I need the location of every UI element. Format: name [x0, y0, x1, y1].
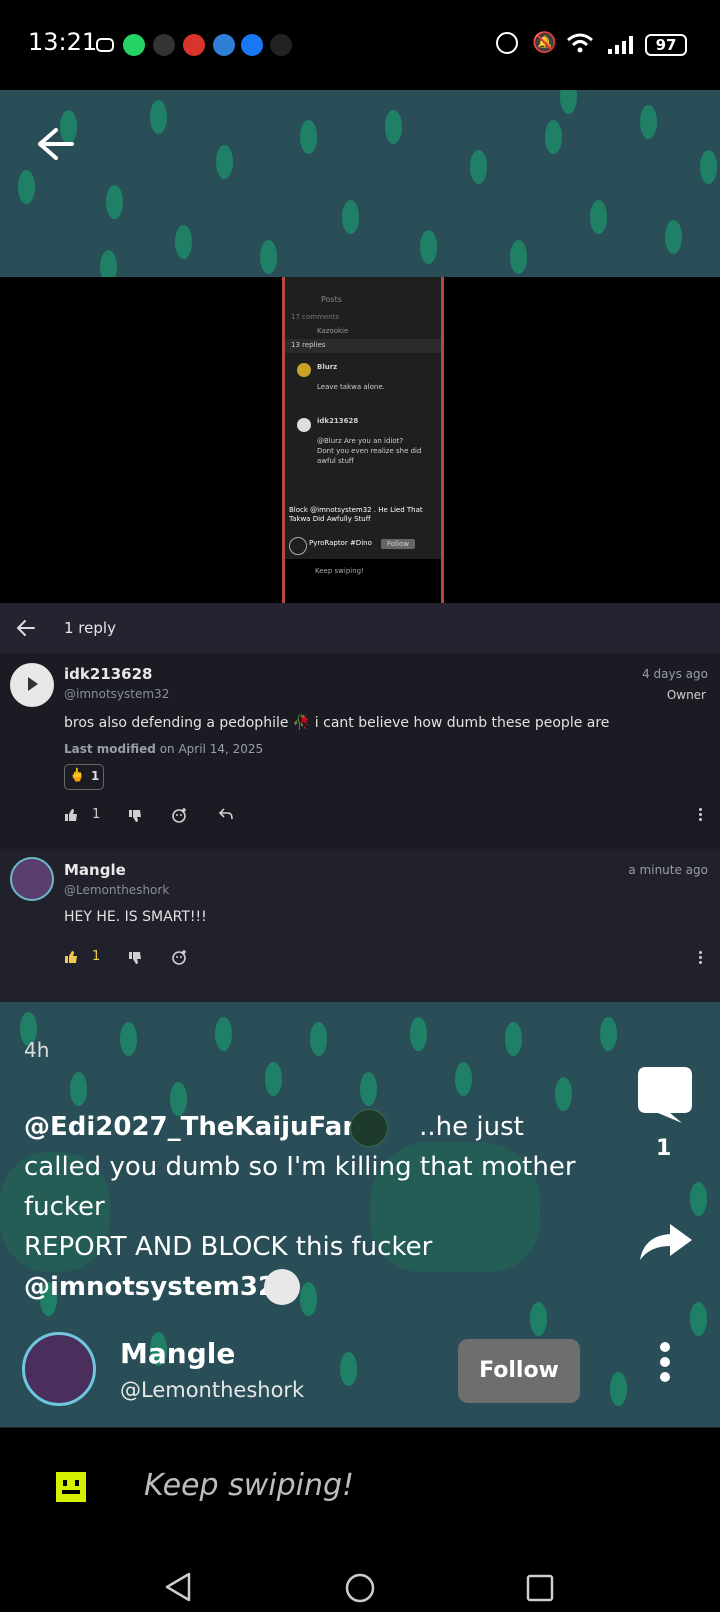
- comment-body: bros also defending a pedophile 🥀 i cant…: [64, 715, 610, 731]
- reply-back-icon[interactable]: [16, 619, 36, 637]
- embedded-idk-text2: Dont you even realize she did: [317, 447, 422, 455]
- weather-icon: [213, 34, 235, 56]
- nav-back-icon[interactable]: [163, 1571, 193, 1603]
- reply-icon[interactable]: [218, 807, 234, 821]
- back-arrow-icon[interactable]: [36, 126, 76, 162]
- comment-count: 1: [656, 1136, 672, 1161]
- nav-recents-icon[interactable]: [526, 1574, 554, 1602]
- post-age: 4h: [24, 1038, 50, 1062]
- battery-indicator: 97: [645, 34, 687, 56]
- reply-header: 1 reply: [0, 603, 720, 653]
- caption-mention2[interactable]: @imnotsystem32: [24, 1272, 276, 1302]
- last-modified: Last modified on April 14, 2025: [64, 742, 263, 756]
- finger-emoji-icon: 🖕: [69, 768, 86, 783]
- background-pattern-top: [0, 90, 720, 277]
- dislike-icon[interactable]: [128, 809, 142, 823]
- comment-handle[interactable]: @imnotsystem32: [64, 687, 169, 701]
- nav-home-icon[interactable]: [344, 1572, 376, 1604]
- embedded-idk-text3: awful stuff: [317, 457, 354, 465]
- comment-item: idk213628 @imnotsystem32 4 days ago Owne…: [0, 653, 720, 849]
- comment-author[interactable]: idk213628: [64, 665, 152, 683]
- wifi-icon: [567, 33, 593, 53]
- follow-button[interactable]: Follow: [458, 1339, 580, 1403]
- embedded-title: Posts: [321, 295, 342, 304]
- add-reaction-icon[interactable]: [172, 949, 188, 965]
- like-count: 1: [92, 807, 101, 822]
- embedded-user1: Kazookie: [317, 327, 349, 335]
- keep-swiping-text: Keep swiping!: [144, 1468, 355, 1503]
- embedded-blurz-text: Leave takwa alone.: [317, 383, 385, 391]
- signal-icon: [608, 36, 633, 54]
- caption-line1-rest: ..he just: [419, 1112, 524, 1142]
- like-count: 1: [92, 949, 101, 964]
- embedded-pyro-name: PyroRaptor #Dino: [309, 539, 372, 547]
- comments-panel: 1 reply idk213628 @imnotsystem32 4 days …: [0, 603, 720, 1002]
- embedded-keep: Keep swiping!: [315, 567, 364, 575]
- comment-time: 4 days ago: [642, 667, 708, 681]
- last-modified-date: on April 14, 2025: [159, 742, 264, 756]
- author-avatar[interactable]: [22, 1332, 96, 1406]
- dislike-icon[interactable]: [128, 951, 142, 965]
- comment-menu-icon[interactable]: [699, 951, 703, 966]
- embedded-comments-count: 17 comments: [291, 313, 340, 321]
- keep-swiping-bar: Keep swiping!: [0, 1427, 720, 1562]
- reaction-count: 1: [91, 769, 100, 783]
- embedded-overlay-1: Block @imnotsystem32 . He Lied That: [289, 506, 423, 514]
- like-icon[interactable]: [64, 808, 78, 822]
- system-nav-bar: [0, 1561, 720, 1612]
- comment-menu-icon[interactable]: [699, 808, 703, 823]
- comment-bubble-icon[interactable]: [636, 1065, 694, 1123]
- last-modified-label: Last modified: [64, 742, 156, 756]
- smiley-icon: [56, 1472, 86, 1502]
- add-reaction-icon[interactable]: [172, 807, 188, 823]
- caption-mention[interactable]: @Edi2027_TheKaijuFan: [24, 1112, 361, 1142]
- avatar[interactable]: [10, 857, 54, 901]
- caption-line2: called you dumb so I'm killing that moth…: [24, 1152, 576, 1182]
- comment-body: HEY HE. IS SMART!!!: [64, 909, 207, 925]
- author-handle[interactable]: @Lemontheshork: [120, 1378, 304, 1402]
- caption-line4: REPORT AND BLOCK this fucker: [24, 1232, 433, 1262]
- app-notification-icon: [183, 34, 205, 56]
- mention-avatar[interactable]: [350, 1109, 388, 1147]
- comment-item: Mangle @Lemontheshork a minute ago HEY H…: [0, 849, 720, 1002]
- whatsapp-icon: [123, 34, 145, 56]
- comment-actions: 1: [64, 805, 244, 829]
- data-saver-icon: [496, 32, 518, 54]
- screen-record-icon: [96, 38, 114, 52]
- tiktok-icon: [270, 34, 292, 56]
- post-menu-icon[interactable]: [660, 1342, 670, 1382]
- comment-author[interactable]: Mangle: [64, 861, 126, 879]
- embedded-idk-text1: @Blurz Are you an idiot?: [317, 437, 404, 445]
- owner-badge: Owner: [666, 688, 706, 702]
- comment-time: a minute ago: [628, 863, 708, 877]
- avatar[interactable]: [10, 663, 54, 707]
- post-caption: @Edi2027_TheKaijuFan ..he just called yo…: [24, 1107, 614, 1307]
- facebook-icon: [241, 34, 263, 56]
- status-bar: 13:21 🔕 97: [0, 0, 720, 90]
- reaction-chip[interactable]: 🖕 1: [64, 764, 104, 790]
- bell-off-icon: 🔕: [532, 30, 557, 54]
- embedded-replies-count: 13 replies: [291, 341, 326, 349]
- comment-actions: 1: [64, 947, 204, 971]
- embedded-idk-name: idk213628: [317, 417, 359, 425]
- status-time: 13:21: [28, 28, 98, 56]
- reply-count: 1 reply: [64, 619, 116, 637]
- comment-handle[interactable]: @Lemontheshork: [64, 883, 169, 897]
- mention2-avatar[interactable]: [264, 1269, 300, 1305]
- bolt-app-icon: [153, 34, 175, 56]
- embedded-follow: Follow: [381, 539, 415, 549]
- caption-line3: fucker: [24, 1192, 105, 1222]
- embedded-blurz-name: Blurz: [317, 363, 338, 371]
- embedded-overlay-2: Takwa Did Awfully Stuff: [289, 515, 371, 523]
- author-name[interactable]: Mangle: [120, 1337, 235, 1370]
- like-icon[interactable]: [64, 950, 78, 964]
- share-icon[interactable]: [638, 1222, 694, 1262]
- embedded-screenshot: Posts 17 comments Kazookie 13 replies Bl…: [282, 277, 444, 603]
